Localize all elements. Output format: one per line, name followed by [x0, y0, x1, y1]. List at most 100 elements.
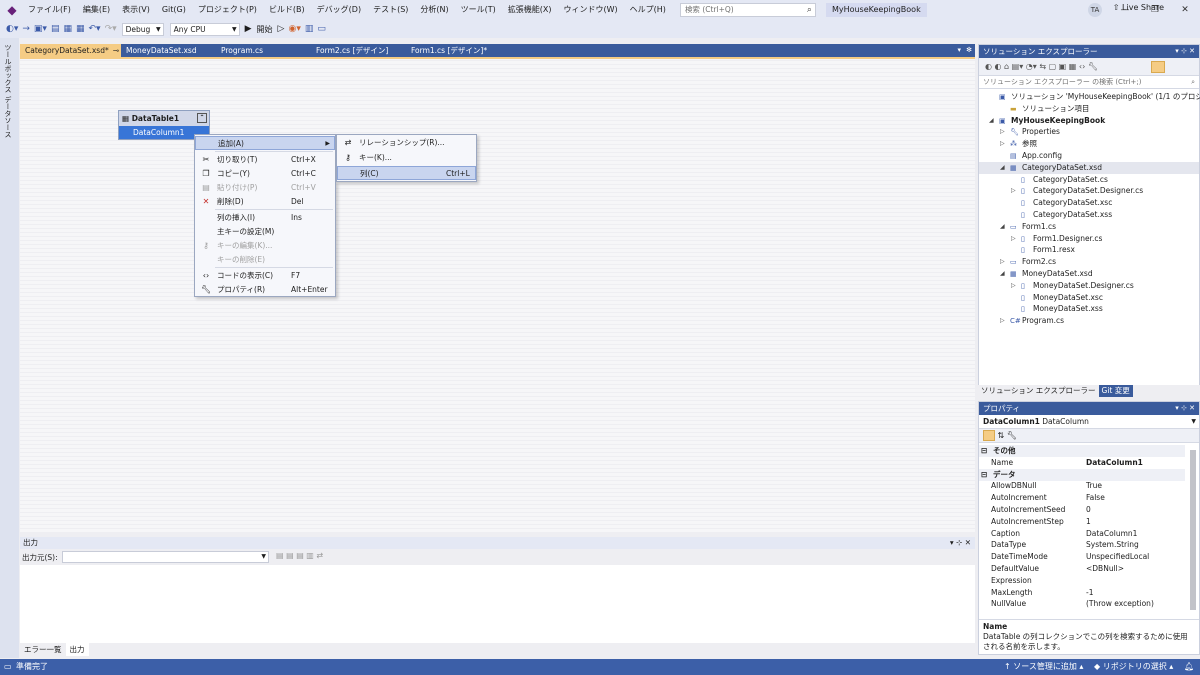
submenu-item[interactable]: ⚷ キー(K)... — [337, 151, 476, 165]
menu-item[interactable]: 🔧︎ プロパティ(R) Alt+Enter — [195, 283, 335, 297]
new-project-icon[interactable]: ▣▾ — [34, 24, 47, 34]
menu-item[interactable]: 拡張機能(X) — [502, 0, 558, 20]
menu-item[interactable]: ‹› コードの表示(C) F7 — [195, 269, 335, 283]
save-all-icon[interactable]: ▦ — [76, 24, 85, 34]
property-value[interactable]: -1 — [1086, 587, 1093, 599]
hot-reload-icon[interactable]: ◉▾ — [288, 24, 300, 34]
panel-controls-icon[interactable]: ▾ ⊹ ✕ — [950, 537, 971, 549]
property-row[interactable]: MaxLength -1 — [979, 587, 1185, 599]
collapse-icon[interactable]: ◢ — [1000, 162, 1005, 174]
property-value[interactable]: False — [1086, 492, 1105, 504]
tab-output[interactable]: 出力 — [65, 643, 89, 656]
layout-icon[interactable]: ▭ — [317, 24, 326, 34]
expand-icon[interactable]: ▷ — [1000, 256, 1005, 268]
datasources-tab[interactable]: データソース — [3, 96, 13, 138]
property-row[interactable]: NullValue (Throw exception) — [979, 598, 1185, 610]
property-row[interactable]: AutoIncrementStep 1 — [979, 516, 1185, 528]
collapse-icon[interactable]: ◢ — [1000, 221, 1005, 233]
expand-icon[interactable]: ▷ — [1000, 138, 1005, 150]
menu-item[interactable]: ヘルプ(H) — [624, 0, 672, 20]
start-without-debug-icon[interactable]: ▷ — [278, 24, 285, 34]
property-value[interactable]: System.String — [1086, 539, 1139, 551]
live-share-button[interactable]: ⇧ Live Share — [1113, 3, 1164, 12]
menu-item[interactable]: ❐ コピー(Y) Ctrl+C — [195, 167, 335, 181]
repository-button[interactable]: ◆ リポジトリの選択 ▴ — [1094, 659, 1173, 675]
menu-item[interactable]: ファイル(F) — [22, 0, 77, 20]
properties-object-select[interactable]: DataColumn1 DataColumn ▼ — [979, 415, 1199, 429]
property-value[interactable]: 1 — [1086, 516, 1091, 528]
tree-item[interactable]: ▣ ソリューション 'MyHouseKeepingBook' (1/1 のプロジェ… — [979, 91, 1200, 103]
output-content[interactable] — [20, 565, 975, 643]
properties-scrollbar[interactable] — [1190, 450, 1196, 610]
tab-document[interactable]: MoneyDataSet.xsd — [121, 44, 216, 57]
start-button[interactable]: 開始 — [257, 24, 273, 35]
output-source-select[interactable]: ▼ — [62, 551, 269, 563]
submenu-item[interactable]: 列(C) Ctrl+L — [337, 166, 476, 180]
menu-item[interactable]: ツール(T) — [455, 0, 502, 20]
forward-icon[interactable]: → — [22, 24, 30, 34]
tab-git-changes[interactable]: Git 変更 — [1098, 385, 1133, 397]
active-preview-icon[interactable] — [1151, 61, 1165, 73]
tab-document[interactable]: Form2.cs [デザイン] — [311, 44, 406, 57]
property-value[interactable]: (Throw exception) — [1086, 598, 1154, 610]
tree-item[interactable]: ▯ CategoryDataSet.xsc — [979, 197, 1199, 209]
property-row[interactable]: Name DataColumn1 — [979, 457, 1185, 469]
tree-item[interactable]: ▯ CategoryDataSet.xss — [979, 209, 1199, 221]
close-icon[interactable]: ✕ — [1170, 0, 1200, 20]
visual-studio-logo-icon[interactable]: ◆ — [2, 0, 22, 20]
diagnostics-icon[interactable]: ▥ — [305, 24, 314, 34]
menu-item[interactable]: 追加(A) ▶ — [195, 136, 335, 150]
solution-search-input[interactable]: ソリューション エクスプローラー の検索 (Ctrl+;) ⌕ — [979, 76, 1199, 89]
property-row[interactable]: AutoIncrementSeed 0 — [979, 504, 1185, 516]
tree-item[interactable]: ▷ ⁂ 参照 — [979, 138, 1199, 150]
property-row[interactable]: AutoIncrement False — [979, 492, 1185, 504]
collapse-icon[interactable]: ⊟ — [981, 469, 987, 481]
expand-icon[interactable]: ▷ — [1011, 280, 1016, 292]
tree-item[interactable]: ▯ Form1.resx — [979, 244, 1199, 256]
menu-item[interactable]: 表示(V) — [116, 0, 156, 20]
tree-item[interactable]: ▬ ソリューション項目 — [979, 103, 1199, 115]
undo-icon[interactable]: ↶▾ — [89, 24, 101, 34]
property-value[interactable]: DataColumn1 — [1086, 528, 1137, 540]
panel-controls-icon[interactable]: ▾ ⊹ ✕ — [1175, 45, 1195, 58]
collapse-icon[interactable]: ◢ — [989, 115, 994, 127]
config-select[interactable]: Debug ▼ — [121, 22, 164, 36]
expand-icon[interactable]: ▷ — [1011, 233, 1016, 245]
menu-item[interactable]: ウィンドウ(W) — [558, 0, 624, 20]
property-row[interactable]: AllowDBNull True — [979, 480, 1185, 492]
panel-controls-icon[interactable]: ▾ ⊹ ✕ — [1175, 402, 1195, 415]
source-control-button[interactable]: ↑ ソース管理に追加 ▴ — [1004, 659, 1083, 675]
menu-item[interactable]: デバッグ(D) — [311, 0, 367, 20]
menu-item[interactable]: ビルド(B) — [263, 0, 311, 20]
tree-item[interactable]: ▷ C# Program.cs — [979, 315, 1199, 327]
tree-item[interactable]: ▷ ▯ MoneyDataSet.Designer.cs — [979, 280, 1199, 292]
tree-item[interactable]: ▷ ▭ Form2.cs — [979, 256, 1199, 268]
notification-icon[interactable]: 🔔︎ — [1184, 659, 1194, 675]
expand-icon[interactable]: ▷ — [1011, 185, 1016, 197]
datatable-header[interactable]: ▦ DataTable1 ⌃ — [119, 111, 209, 126]
open-icon[interactable]: ▤ — [51, 24, 60, 34]
property-row[interactable]: DateTimeMode UnspecifiedLocal — [979, 551, 1185, 563]
menu-item[interactable]: ✂ 切り取り(T) Ctrl+X — [195, 153, 335, 167]
pin-icon[interactable]: ⊸ — [113, 46, 119, 55]
menu-item[interactable]: 編集(E) — [77, 0, 116, 20]
collapse-icon[interactable]: ⌃ — [197, 113, 207, 123]
property-value[interactable]: UnspecifiedLocal — [1086, 551, 1149, 563]
property-pages-icon[interactable]: 🔧︎ — [1007, 431, 1017, 440]
menu-item[interactable]: テスト(S) — [367, 0, 414, 20]
tab-document[interactable]: Form1.cs [デザイン]* — [406, 44, 501, 57]
save-icon[interactable]: ▦ — [63, 24, 72, 34]
property-category[interactable]: ⊟ その他 — [979, 445, 1185, 457]
menu-item[interactable]: 主キーの設定(M) — [195, 225, 335, 239]
tree-item[interactable]: ▷ ▯ CategoryDataSet.Designer.cs — [979, 185, 1199, 197]
tab-document[interactable]: CategoryDataSet.xsd*⊸✕ — [20, 44, 121, 57]
property-row[interactable]: DefaultValue <DBNull> — [979, 563, 1185, 575]
categorized-icon[interactable] — [983, 430, 995, 441]
property-row[interactable]: Expression — [979, 575, 1185, 587]
tree-item[interactable]: ▯ MoneyDataSet.xsc — [979, 292, 1199, 304]
tab-document[interactable]: Program.cs — [216, 44, 311, 57]
tree-item[interactable]: ◢ ▭ Form1.cs — [979, 221, 1199, 233]
property-value[interactable]: DataColumn1 — [1086, 457, 1143, 469]
tab-solution-explorer[interactable]: ソリューション エクスプローラー — [978, 385, 1099, 397]
tree-item[interactable]: ▷ ▯ Form1.Designer.cs — [979, 233, 1199, 245]
